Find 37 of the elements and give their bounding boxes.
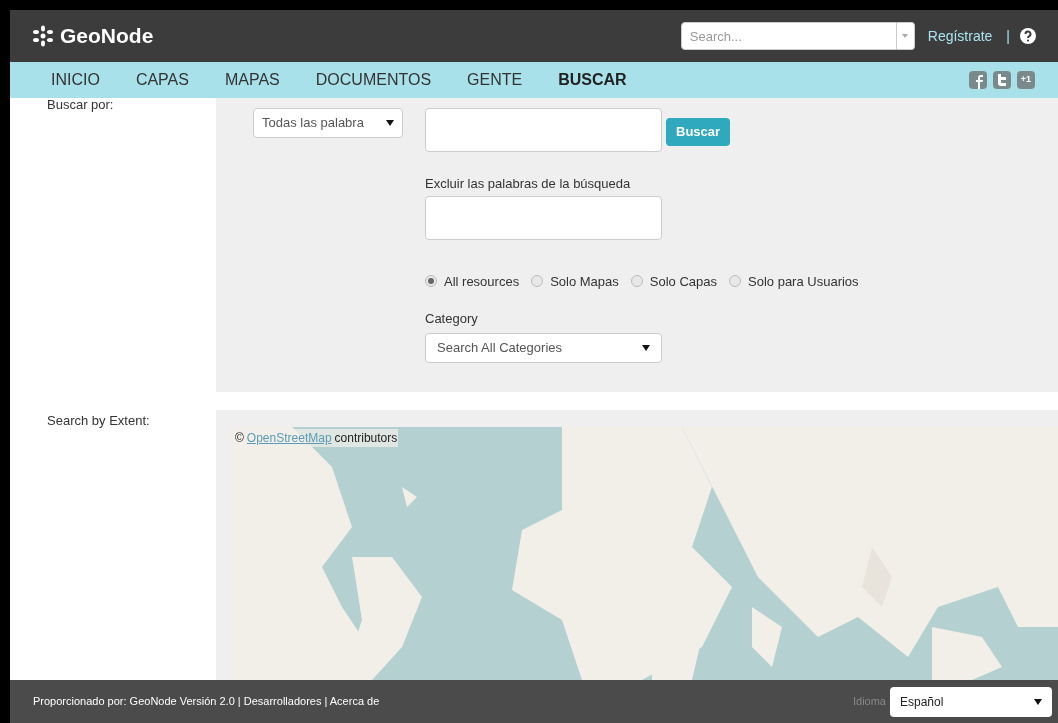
resource-radio[interactable]: All resources [425,271,520,291]
language-select[interactable]: Español [890,686,1052,717]
resource-radio[interactable]: Solo Mapas [531,271,619,291]
extent-label: Search by Extent: [46,412,151,430]
nav-tab[interactable]: BUSCAR [558,68,627,92]
map[interactable]: © OpenStreetMap contributors [232,427,1058,680]
category-select[interactable]: Search All Categories [425,332,662,363]
nav-tab[interactable]: GENTE [467,68,523,92]
register-link[interactable]: Regístrate [927,25,993,47]
plus-one-button[interactable]: +1 [1017,71,1035,89]
caret-icon [642,344,650,351]
nav-tab[interactable]: MAPAS [224,68,280,92]
facebook-icon[interactable] [969,71,987,89]
nav-tab[interactable]: DOCUMENTOS [315,68,432,92]
caret-icon [1034,698,1042,705]
resource-radio[interactable]: Solo para Usuarios [729,271,859,291]
separator: | [1006,26,1010,46]
nav-tab[interactable]: INICIO [51,68,100,92]
attribution-text: contributors [334,430,398,447]
exclude-input[interactable] [425,195,662,240]
logo-icon [32,25,54,47]
search-by-label: Buscar por: [46,98,115,112]
match-select[interactable]: Todas las palabra [253,108,403,138]
logo-text[interactable]: GeoNode [60,20,154,52]
footer-credits: Proporcionado por: GeoNode Versión 2.0 | Desarrolladores | Acerca de [33,694,380,710]
exclude-label: Excluir las palabras de la búsqueda [425,175,632,193]
search-field[interactable]: Search... [680,22,897,50]
search-input[interactable] [425,108,662,152]
language-label: Idioma [852,694,886,710]
nav-tab[interactable]: CAPAS [135,68,189,92]
caret-icon [902,34,909,38]
help-icon[interactable] [1020,28,1036,44]
resource-radio[interactable]: Solo Capas [630,271,717,291]
caret-icon [386,120,394,126]
copyright-symbol: © [235,430,244,447]
twitter-icon[interactable] [993,71,1011,89]
category-label: Category [425,310,479,328]
